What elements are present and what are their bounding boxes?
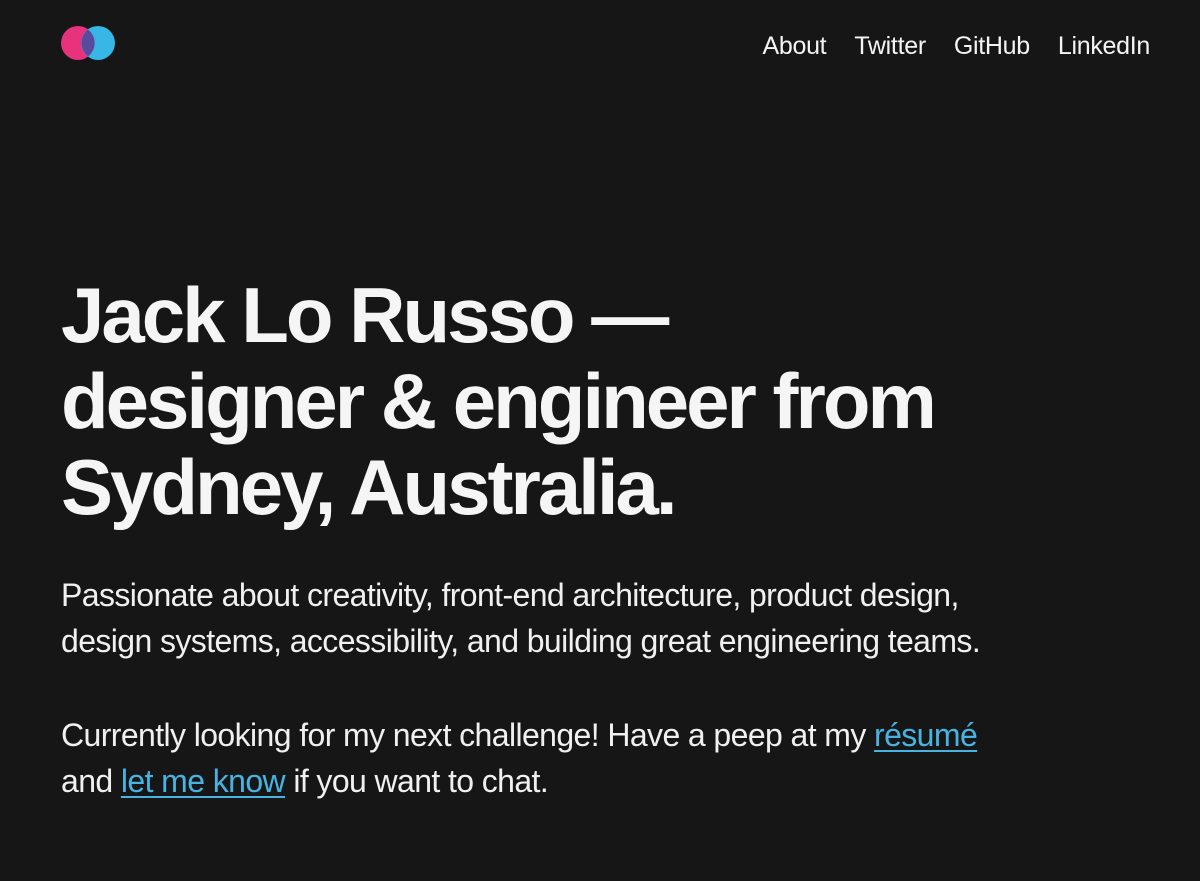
intro-paragraph: Passionate about creativity, front-end a… [61,572,1151,664]
hero-headline: Jack Lo Russo — designer & engineer from… [61,272,1151,530]
hero-section: Jack Lo Russo — designer & engineer from… [61,272,1151,804]
nav-twitter[interactable]: Twitter [854,30,926,62]
resume-link[interactable]: résumé [874,717,978,753]
headline-line-2: designer & engineer from [61,357,937,445]
nav-linkedin[interactable]: LinkedIn [1058,30,1150,62]
cta-text-2: and [61,763,121,799]
main-nav: About Twitter GitHub LinkedIn [762,30,1150,62]
intro-line-1: Passionate about creativity, front-end a… [61,577,959,613]
cta-text-3: if you want to chat. [285,763,549,799]
contact-link[interactable]: let me know [121,763,286,799]
nav-github[interactable]: GitHub [954,30,1030,62]
cta-paragraph: Currently looking for my next challenge!… [61,712,1151,804]
nav-about[interactable]: About [762,30,826,62]
intro-line-2: design systems, accessibility, and build… [61,623,981,659]
overlapping-circles-logo[interactable] [61,26,115,60]
site-header: About Twitter GitHub LinkedIn [0,0,1200,90]
cta-text-1: Currently looking for my next challenge!… [61,717,875,753]
headline-line-3: Sydney, Australia. [61,443,678,531]
logo-icon [61,26,115,60]
headline-line-1: Jack Lo Russo — [61,271,669,359]
